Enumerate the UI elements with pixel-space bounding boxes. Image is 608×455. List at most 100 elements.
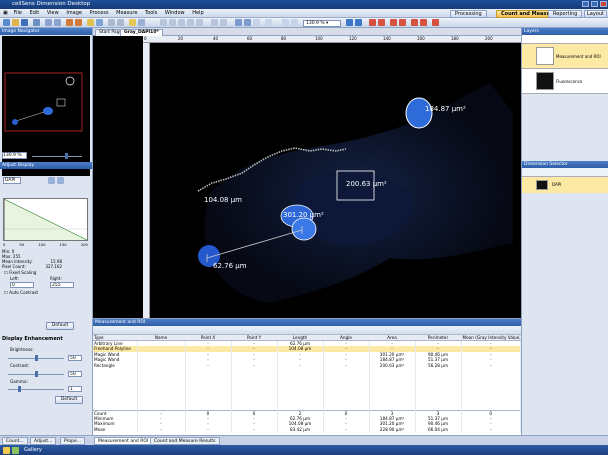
menu-view[interactable]: View [44, 9, 62, 18]
fit-width-icon[interactable] [291, 19, 298, 26]
print-icon[interactable] [33, 19, 40, 26]
zoom-out-icon[interactable] [169, 19, 176, 26]
default-button[interactable]: Default [46, 322, 74, 330]
zoom-in-icon[interactable] [160, 19, 167, 26]
open-folder-icon[interactable] [12, 19, 19, 26]
workspace-reporting[interactable]: Reporting [548, 10, 583, 18]
channel-icon[interactable] [244, 19, 251, 26]
menu-image[interactable]: Image [63, 9, 85, 18]
measure-tool-icon[interactable] [129, 19, 136, 26]
menu-tools[interactable]: Tools [142, 9, 160, 18]
layer-fluorescence[interactable]: Fluorescence [522, 69, 608, 94]
area-label: 184.87 µm² [425, 105, 466, 113]
menu-process[interactable]: Process [87, 9, 112, 18]
move-icon[interactable] [346, 19, 353, 26]
left-scaling-field[interactable] [10, 282, 34, 288]
flip-icon[interactable] [220, 19, 227, 26]
tab-adjust[interactable]: Adjust... [30, 437, 57, 445]
right-label: Right: [50, 276, 62, 281]
menu-measure[interactable]: Measure [113, 9, 140, 18]
maximize-button[interactable] [591, 1, 598, 7]
layers-header: Layers [522, 28, 608, 35]
histogram-options-icon[interactable] [48, 177, 55, 184]
workspace-layout[interactable]: Layout [584, 10, 607, 18]
copy-icon[interactable] [45, 19, 52, 26]
layer-measurement[interactable]: Measurement and ROI [522, 44, 608, 69]
record-icon[interactable] [369, 19, 376, 26]
left-label: Left: [10, 276, 19, 281]
arrow-icon[interactable] [138, 19, 145, 26]
menu-edit[interactable]: Edit [27, 9, 43, 18]
right-scaling-field[interactable] [50, 282, 74, 288]
taskbar: Gallery [0, 445, 608, 455]
folder-icon[interactable] [3, 446, 10, 454]
tool-icon[interactable] [117, 19, 124, 26]
brightness-label: Brightness: [10, 347, 34, 352]
save-icon[interactable] [21, 19, 28, 26]
tab-properties[interactable]: Prope... [60, 437, 86, 445]
overlay-icon[interactable] [253, 19, 260, 26]
timelapse-icon[interactable] [432, 19, 439, 26]
app-title: cellSens Dimension Desktop [12, 1, 91, 7]
navigator-zoom-field[interactable]: 130.9 % [2, 152, 27, 159]
display-icon[interactable] [235, 19, 242, 26]
histogram-plot[interactable] [3, 198, 88, 241]
new-document-icon[interactable] [3, 19, 10, 26]
dimension-toolbar [522, 168, 608, 177]
grid-icon[interactable] [265, 19, 272, 26]
menu-help[interactable]: Help [189, 9, 206, 18]
paste-icon[interactable] [54, 19, 61, 26]
length-label: 62.76 µm [213, 262, 247, 270]
histogram-log-icon[interactable] [57, 177, 64, 184]
fluorescence-image[interactable]: 184.87 µm² 200.63 µm² 104.08 µm 301.20 µ… [150, 43, 513, 318]
brightness-slider[interactable] [8, 355, 64, 361]
close-button[interactable] [600, 1, 607, 7]
histogram-axis: 0 50 100 150 200 [3, 242, 88, 247]
movie-icon[interactable] [399, 19, 406, 26]
minimize-button[interactable] [582, 1, 589, 7]
zoom-select[interactable]: 130.9 % ▾ [303, 19, 341, 27]
channel-dapi[interactable]: DAPI [522, 177, 608, 193]
acquire-icon[interactable] [87, 19, 94, 26]
snap-icon[interactable] [378, 19, 385, 26]
area-label: 301.20 µm² [283, 211, 324, 219]
dimension-selector-header: Dimension Selector [522, 161, 608, 168]
menu-window[interactable]: Window [162, 9, 188, 18]
fixed-scaling-checkbox[interactable]: ☐ Fixed Scaling [4, 270, 36, 275]
tab-count-results[interactable]: Count and Measure Results [150, 437, 220, 445]
gamma-slider[interactable] [8, 386, 64, 392]
right-panel: Layers Measurement and ROI Fluorescence … [521, 28, 608, 435]
redo-icon[interactable] [75, 19, 82, 26]
rotate-icon[interactable] [211, 19, 218, 26]
tab-image[interactable]: Gray_DAPI10* [120, 29, 163, 36]
tile-icon[interactable] [411, 19, 418, 26]
pan-icon[interactable] [196, 19, 203, 26]
undo-icon[interactable] [66, 19, 73, 26]
app-menu-icon[interactable]: ▣ [0, 9, 9, 18]
channel-select[interactable]: DAPI [3, 177, 21, 184]
gamma-field[interactable] [68, 386, 82, 392]
mosaic-icon[interactable] [420, 19, 427, 26]
contrast-field[interactable] [68, 371, 82, 377]
menu-file[interactable]: File [11, 9, 25, 18]
fit-icon[interactable] [282, 19, 289, 26]
gallery-label[interactable]: Gallery [24, 447, 42, 453]
auto-contrast-checkbox[interactable]: ☐ Auto Contrast [4, 290, 38, 295]
display-enhancement-label: Display Enhancement [2, 336, 63, 342]
measurement-panel: Measurement and ROI Type Name Point X Po… [93, 318, 521, 435]
workspace-processing[interactable]: Processing [450, 10, 487, 18]
navigator-zoom-slider[interactable] [32, 153, 82, 159]
live-icon[interactable] [390, 19, 397, 26]
rectangle-tool-icon[interactable] [187, 19, 194, 26]
brightness-field[interactable] [68, 355, 82, 361]
zoom-fit-icon[interactable] [178, 19, 185, 26]
tool-icon[interactable] [108, 19, 115, 26]
tab-count[interactable]: Count... [2, 437, 28, 445]
contrast-slider[interactable] [8, 371, 64, 377]
full-screen-icon[interactable] [355, 19, 362, 26]
gallery-icon[interactable] [12, 446, 19, 454]
tab-measurement[interactable]: Measurement and ROI [94, 437, 153, 445]
enhancement-default-button[interactable]: Default [55, 396, 83, 404]
camera-icon[interactable] [96, 19, 103, 26]
col-mean[interactable]: Mean (Gray Intensity Value) [461, 335, 521, 341]
